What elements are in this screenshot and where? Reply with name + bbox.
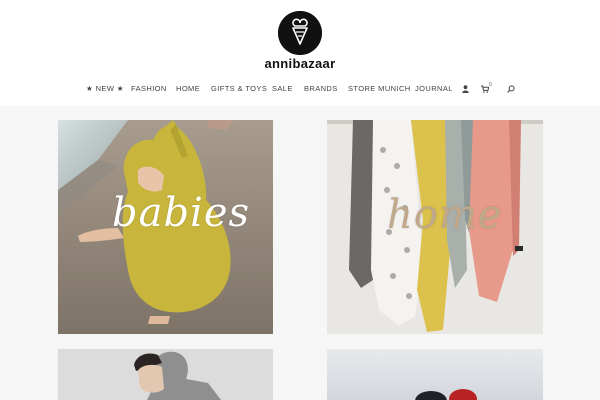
search-icon[interactable] — [507, 83, 515, 95]
cart-icon[interactable]: 0 — [481, 82, 492, 95]
nav-item-gifts-toys[interactable]: GIFTS & TOYS — [211, 83, 267, 95]
nav-item-brands[interactable]: BRANDS — [304, 83, 338, 95]
user-icon[interactable] — [462, 83, 469, 95]
main-navigation: ★ NEW ★ FASHION HOME GIFTS & TOYS SALE B… — [0, 82, 600, 95]
category-tile-3[interactable] — [58, 349, 273, 400]
site-header: annibazaar ★ NEW ★ FASHION HOME GIFTS & … — [0, 0, 600, 106]
sky-photo — [327, 349, 543, 400]
category-tile-home[interactable]: home — [327, 120, 543, 334]
brand-logo[interactable] — [278, 11, 322, 55]
nav-item-fashion[interactable]: FASHION — [131, 83, 167, 95]
ice-cream-cone-icon — [278, 11, 322, 55]
brand-name[interactable]: annibazaar — [0, 56, 600, 71]
category-tile-babies[interactable]: babies — [58, 120, 273, 334]
nav-item-new[interactable]: ★ NEW ★ — [86, 83, 124, 95]
category-tile-4[interactable] — [327, 349, 543, 400]
cart-count: 0 — [489, 82, 492, 88]
tile-label-home: home — [387, 192, 503, 238]
nav-item-sale[interactable]: SALE — [272, 83, 293, 95]
nav-item-journal[interactable]: JOURNAL — [415, 83, 453, 95]
nav-item-home[interactable]: HOME — [176, 83, 200, 95]
child-photo — [58, 349, 273, 400]
nav-item-store-munich[interactable]: STORE MUNICH — [348, 83, 411, 95]
tile-label-babies: babies — [112, 190, 251, 236]
